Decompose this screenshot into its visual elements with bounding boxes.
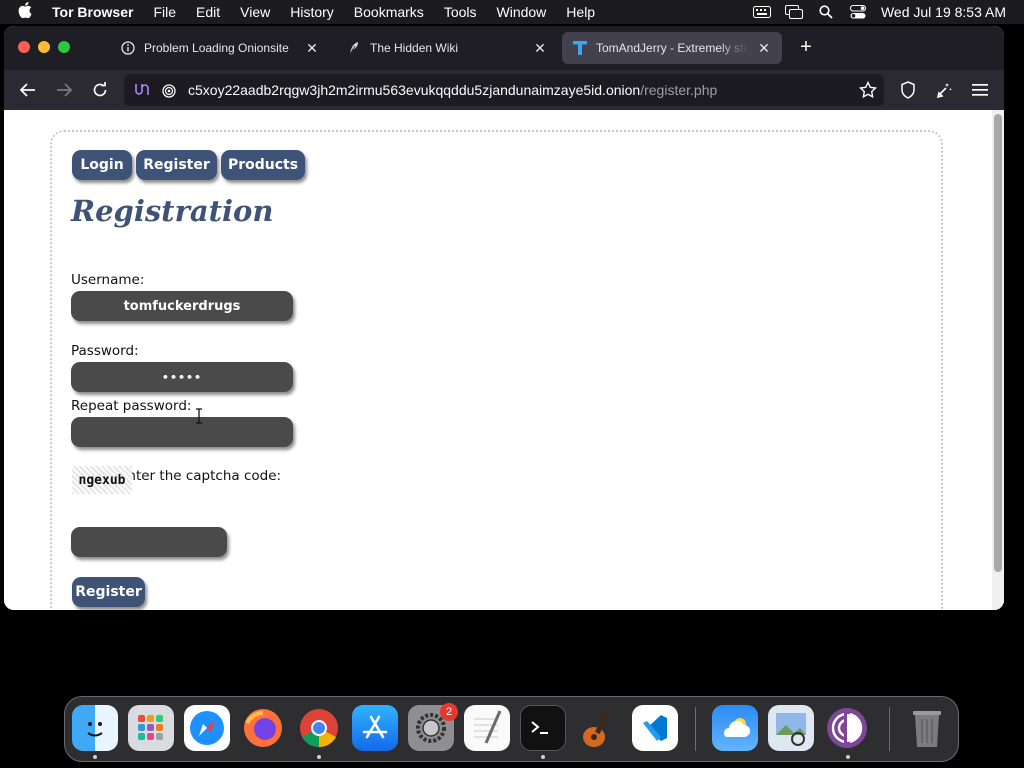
url-text[interactable]: c5xoy22aadb2rqgw3jh2m2irmu563evukqqddu5z… (188, 82, 717, 98)
chrome-icon[interactable] (296, 705, 342, 751)
window-controls (18, 41, 70, 53)
trash-icon[interactable] (904, 705, 950, 751)
apple-menu-icon[interactable] (18, 2, 38, 22)
tab-problem-loading[interactable]: Problem Loading Onionsite ✕ (110, 32, 330, 64)
captcha-image: ngexub (72, 466, 132, 494)
page-scrollbar[interactable] (992, 110, 1004, 610)
close-tab-icon[interactable]: ✕ (532, 40, 548, 57)
scrollbar-thumb[interactable] (994, 114, 1002, 572)
page-content: Login Register Products Registration Use… (4, 110, 1004, 610)
repeat-password-input[interactable] (71, 417, 293, 447)
onion-circuit-icon[interactable] (130, 80, 152, 100)
menu-file[interactable]: File (153, 4, 176, 20)
tab-bar: Problem Loading Onionsite ✕ The Hidden W… (4, 26, 1004, 70)
username-label: Username: (71, 272, 145, 288)
menu-window[interactable]: Window (497, 4, 547, 20)
nav-register-button[interactable]: Register (136, 150, 217, 180)
feather-icon (346, 40, 362, 56)
register-submit-button[interactable]: Register (72, 577, 145, 607)
nav-login-button[interactable]: Login (72, 150, 132, 180)
menu-clock[interactable]: Wed Jul 19 8:53 AM (881, 4, 1006, 20)
tor-browser-icon[interactable] (824, 705, 870, 751)
bookmark-star-icon[interactable] (856, 78, 880, 102)
running-indicator (846, 755, 850, 759)
captcha-input[interactable] (71, 527, 227, 557)
password-label: Password: (71, 343, 139, 359)
menu-history[interactable]: History (290, 4, 334, 20)
browser-window: Problem Loading Onionsite ✕ The Hidden W… (4, 26, 1004, 610)
garageband-icon[interactable] (576, 705, 622, 751)
onion-icon[interactable] (158, 80, 180, 100)
dock-separator (889, 707, 890, 751)
app-store-icon[interactable] (352, 705, 398, 751)
launchpad-icon[interactable] (128, 705, 174, 751)
control-center-icon[interactable] (849, 5, 867, 19)
forward-button[interactable] (52, 78, 76, 102)
close-tab-icon[interactable]: ✕ (756, 40, 772, 57)
url-path: /register.php (640, 82, 718, 98)
terminal-icon[interactable] (520, 705, 566, 751)
nav-products-button[interactable]: Products (221, 150, 305, 180)
username-input[interactable]: tomfuckerdrugs (71, 291, 293, 321)
menu-bar: Tor Browser File Edit View History Bookm… (0, 0, 1024, 24)
weather-icon[interactable] (712, 705, 758, 751)
tab-tomandjerry[interactable]: TomAndJerry - Extremely stealt ✕ (562, 32, 782, 64)
settings-notification-badge: 2 (440, 703, 458, 721)
menu-app-name[interactable]: Tor Browser (52, 4, 133, 20)
captcha-code: ngexub (78, 472, 126, 488)
hamburger-menu-icon[interactable] (968, 78, 992, 102)
search-icon[interactable] (817, 5, 835, 19)
info-icon (120, 40, 136, 56)
textedit-icon[interactable] (464, 705, 510, 751)
menu-help[interactable]: Help (566, 4, 595, 20)
tab-title: Problem Loading Onionsite (144, 41, 289, 55)
running-indicator (541, 755, 545, 759)
tab-title: TomAndJerry - Extremely stealt (596, 41, 748, 55)
text-cursor-icon (196, 408, 202, 424)
back-button[interactable] (16, 78, 40, 102)
menu-edit[interactable]: Edit (196, 4, 220, 20)
page-title: Registration (71, 194, 274, 228)
new-identity-broom-icon[interactable] (932, 78, 956, 102)
reload-button[interactable] (88, 78, 112, 102)
preview-icon[interactable] (768, 705, 814, 751)
dock-separator (695, 707, 696, 751)
screen-mirroring-icon[interactable] (784, 5, 803, 19)
tab-title: The Hidden Wiki (370, 41, 459, 55)
zoom-window-button[interactable] (58, 41, 70, 53)
dock (64, 696, 959, 762)
url-bar[interactable]: c5xoy22aadb2rqgw3jh2m2irmu563evukqqddu5z… (124, 74, 884, 106)
minimize-window-button[interactable] (38, 41, 50, 53)
new-tab-button[interactable]: + (794, 36, 818, 59)
repeat-password-label: Repeat password: (71, 398, 192, 414)
finder-icon[interactable] (72, 705, 118, 751)
keyboard-icon[interactable] (752, 5, 771, 19)
password-input[interactable]: ••••• (71, 362, 293, 392)
tab-hidden-wiki[interactable]: The Hidden Wiki ✕ (336, 32, 558, 64)
running-indicator (93, 755, 97, 759)
menu-view[interactable]: View (240, 4, 270, 20)
close-window-button[interactable] (18, 41, 30, 53)
url-host: c5xoy22aadb2rqgw3jh2m2irmu563evukqqddu5z… (188, 82, 641, 98)
safari-icon[interactable] (184, 705, 230, 751)
close-tab-icon[interactable]: ✕ (304, 40, 320, 57)
menu-tools[interactable]: Tools (444, 4, 477, 20)
menu-bookmarks[interactable]: Bookmarks (354, 4, 424, 20)
running-indicator (317, 755, 321, 759)
t-logo-icon (572, 40, 588, 56)
firefox-icon[interactable] (240, 705, 286, 751)
vscode-icon[interactable] (632, 705, 678, 751)
nav-toolbar: c5xoy22aadb2rqgw3jh2m2irmu563evukqqddu5z… (4, 70, 1004, 110)
shield-icon[interactable] (896, 78, 920, 102)
